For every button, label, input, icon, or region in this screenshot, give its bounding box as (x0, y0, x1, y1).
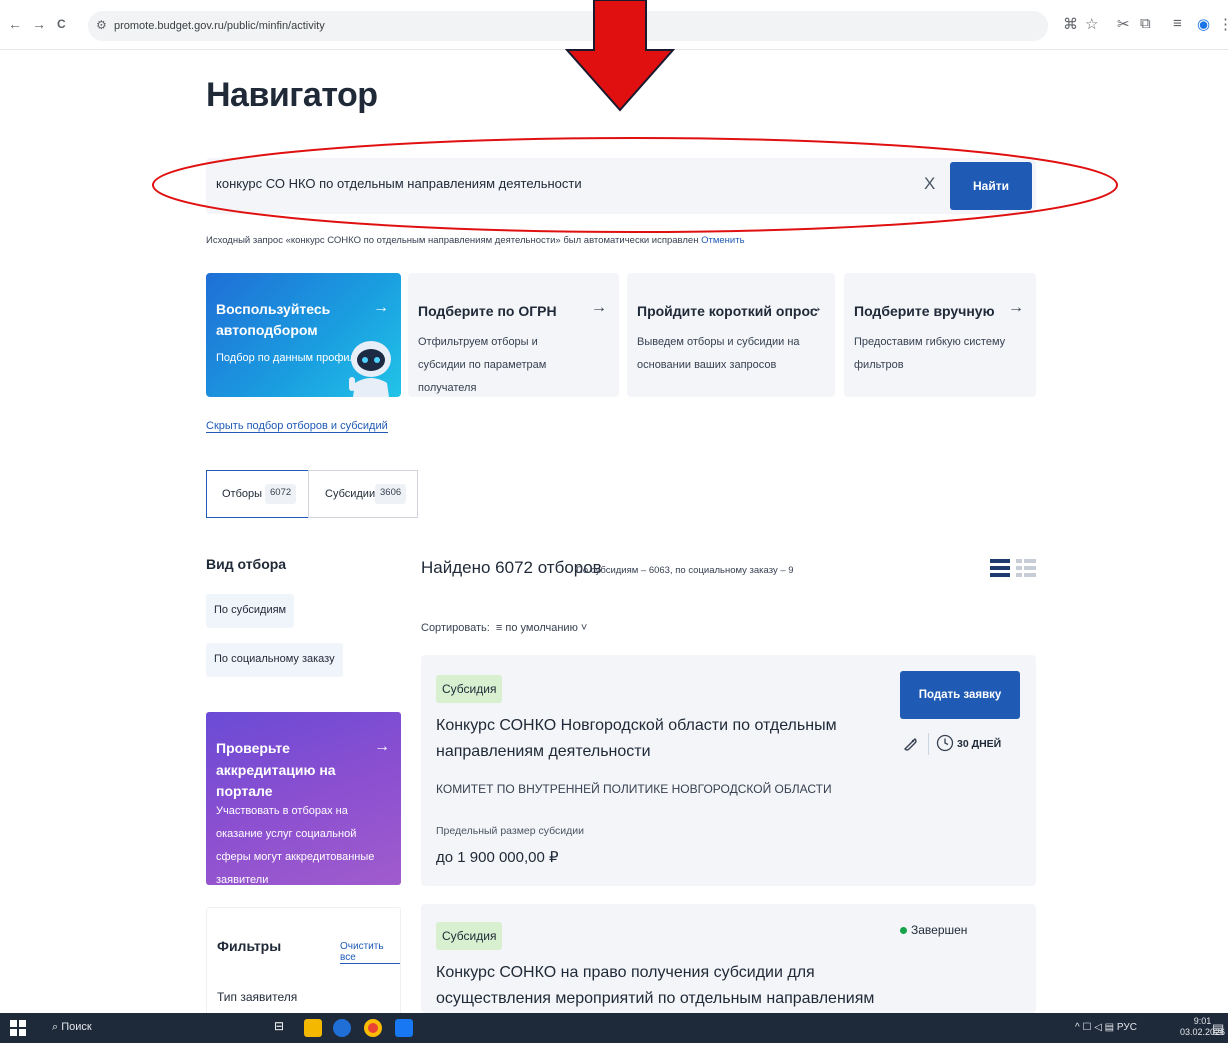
annotation-arrow-icon (565, 0, 675, 112)
card-manual[interactable]: Подберите вручную Предоставим гибкую сис… (844, 273, 1036, 397)
tab-count-badge: 6072 (265, 484, 297, 504)
accreditation-desc: Участвовать в отборах на оказание услуг … (216, 805, 375, 887)
apply-button[interactable]: Подать заявку (900, 671, 1020, 719)
tab-label: Субсидии (325, 488, 376, 500)
reload-button[interactable]: C (57, 17, 66, 31)
type-badge: Субсидия (436, 675, 503, 703)
card-title: Пройдите короткий опрос (637, 303, 818, 319)
status-dot (900, 927, 907, 934)
annotation-ellipse (152, 137, 1118, 233)
chip-by-social-order[interactable]: По социальному заказу (206, 643, 343, 677)
card-desc: Отфильтруем отборы и субсидии по парамет… (418, 336, 547, 395)
notification-icon[interactable]: ▤ (1212, 1021, 1224, 1037)
sort-lines-icon: ≡ (492, 622, 506, 634)
accreditation-banner[interactable]: Проверьте аккредитацию на портале → Учас… (206, 712, 401, 886)
result-card[interactable]: Субсидия Конкурс СОНКО на право получени… (421, 904, 1036, 1034)
card-survey[interactable]: Пройдите короткий опрос Выведем отборы и… (627, 273, 835, 397)
results-breakdown: По субсидиям – 6063, по социальному зака… (576, 565, 794, 576)
chip-by-subsidies[interactable]: По субсидиям (206, 594, 295, 628)
card-title: Подберите вручную (854, 303, 995, 319)
translate-icon[interactable]: ⌘ (1063, 15, 1078, 33)
results-count: Найдено 6072 отборов (421, 558, 602, 577)
bookmark-star-icon[interactable]: ☆ (1085, 15, 1098, 33)
result-card[interactable]: Субсидия Конкурс СОНКО Новгородской обла… (421, 655, 1036, 886)
sort-control[interactable]: Сортировать: ≡ по умолчанию ˅ (421, 622, 587, 634)
file-explorer-icon[interactable] (304, 1019, 322, 1037)
profile-icon[interactable]: ◉ (1197, 15, 1210, 33)
forward-button[interactable]: → (32, 16, 46, 32)
filters-title: Фильтры (217, 938, 282, 954)
reading-list-icon[interactable]: ≡ (1173, 15, 1182, 32)
card-desc: Выведем отборы и субсидии на основании в… (637, 336, 800, 372)
applicant-type-filter[interactable]: Тип заявителя (217, 990, 297, 1004)
system-tray[interactable]: ^ ☐ ◁ ▤ РУС (1075, 1022, 1137, 1033)
language-indicator: РУС (1116, 1022, 1137, 1033)
limit-label: Предельный размер субсидии (436, 825, 585, 837)
tab-subsidies[interactable]: Субсидии 3606 (308, 470, 418, 518)
arrow-right-icon: → (807, 299, 823, 316)
card-title: Подберите по ОГРН (418, 303, 557, 319)
accreditation-title: Проверьте аккредитацию на портале (216, 740, 336, 800)
type-badge: Субсидия (436, 922, 503, 950)
task-view-icon[interactable]: ⊟ (274, 1019, 292, 1037)
menu-kebab-icon[interactable]: ⋮ (1218, 15, 1228, 33)
card-ogrn[interactable]: Подберите по ОГРН Отфильтруем отборы и с… (408, 273, 619, 397)
selection-type-heading: Вид отбора (206, 556, 287, 572)
arrow-right-icon: → (373, 299, 389, 316)
days-left: 30 ДНЕЙ (957, 738, 1002, 750)
hide-picker-link[interactable]: Скрыть подбор отборов и субсидий (206, 420, 388, 433)
list-view-icon[interactable] (990, 558, 1010, 578)
arrow-right-icon: → (1008, 299, 1024, 316)
url-text[interactable]: promote.budget.gov.ru/public/minfin/acti… (114, 20, 325, 32)
page-title: Навигатор (206, 76, 378, 114)
app-icon[interactable] (333, 1019, 351, 1037)
back-button[interactable]: ← (8, 16, 22, 32)
clear-filters-link[interactable]: Очистить все (340, 941, 400, 964)
arrow-right-icon: → (591, 299, 607, 316)
app-icon-blue[interactable] (395, 1019, 413, 1037)
sort-label: Сортировать: (421, 622, 490, 634)
filters-panel: Фильтры Очистить все Тип заявителя (206, 907, 401, 1017)
autocorrect-text: Исходный запрос «конкурс СОНКО по отдель… (206, 235, 699, 246)
arrow-right-icon: → (374, 738, 390, 755)
chrome-icon[interactable] (364, 1019, 382, 1037)
card-desc: Предоставим гибкую систему фильтров (854, 336, 1006, 372)
taskbar-search-label: Поиск (61, 1021, 92, 1033)
tab-selections[interactable]: Отборы 6072 (206, 470, 309, 518)
extension-icon[interactable]: ✂ (1117, 15, 1130, 33)
divider (928, 733, 929, 755)
clock-icon (936, 734, 954, 752)
result-organization: КОМИТЕТ ПО ВНУТРЕННЕЙ ПОЛИТИКЕ НОВГОРОДС… (436, 782, 832, 796)
windows-start-icon[interactable] (10, 1020, 26, 1036)
puzzle-icon[interactable]: ⧉ (1140, 15, 1151, 32)
tag-icon[interactable] (901, 735, 919, 753)
site-settings-icon[interactable]: ⚙ (96, 18, 107, 32)
grid-view-icon[interactable] (1016, 558, 1036, 578)
status-text: Завершен (911, 923, 968, 937)
sort-value: по умолчанию (505, 622, 578, 634)
card-autopick[interactable]: Воспользуйтесь автоподбором Подбор по да… (206, 273, 401, 397)
autocorrect-note: Исходный запрос «конкурс СОНКО по отдель… (206, 235, 745, 246)
limit-value: до 1 900 000,00 ₽ (436, 849, 559, 866)
taskbar-search[interactable]: ⌕ Поиск (52, 1021, 92, 1034)
chevron-down-icon: ˅ (580, 622, 588, 634)
cancel-correction-link[interactable]: Отменить (701, 235, 744, 246)
tab-count-badge: 3606 (375, 484, 407, 504)
windows-taskbar: ⌕ Поиск ⊟ ^ ☐ ◁ ▤ РУС 9:01 03.02.2026 ▤ (0, 1013, 1228, 1043)
result-title[interactable]: Конкурс СОНКО Новгородской области по от… (436, 713, 896, 766)
robot-mascot-icon (349, 341, 391, 397)
tab-label: Отборы (222, 488, 263, 500)
